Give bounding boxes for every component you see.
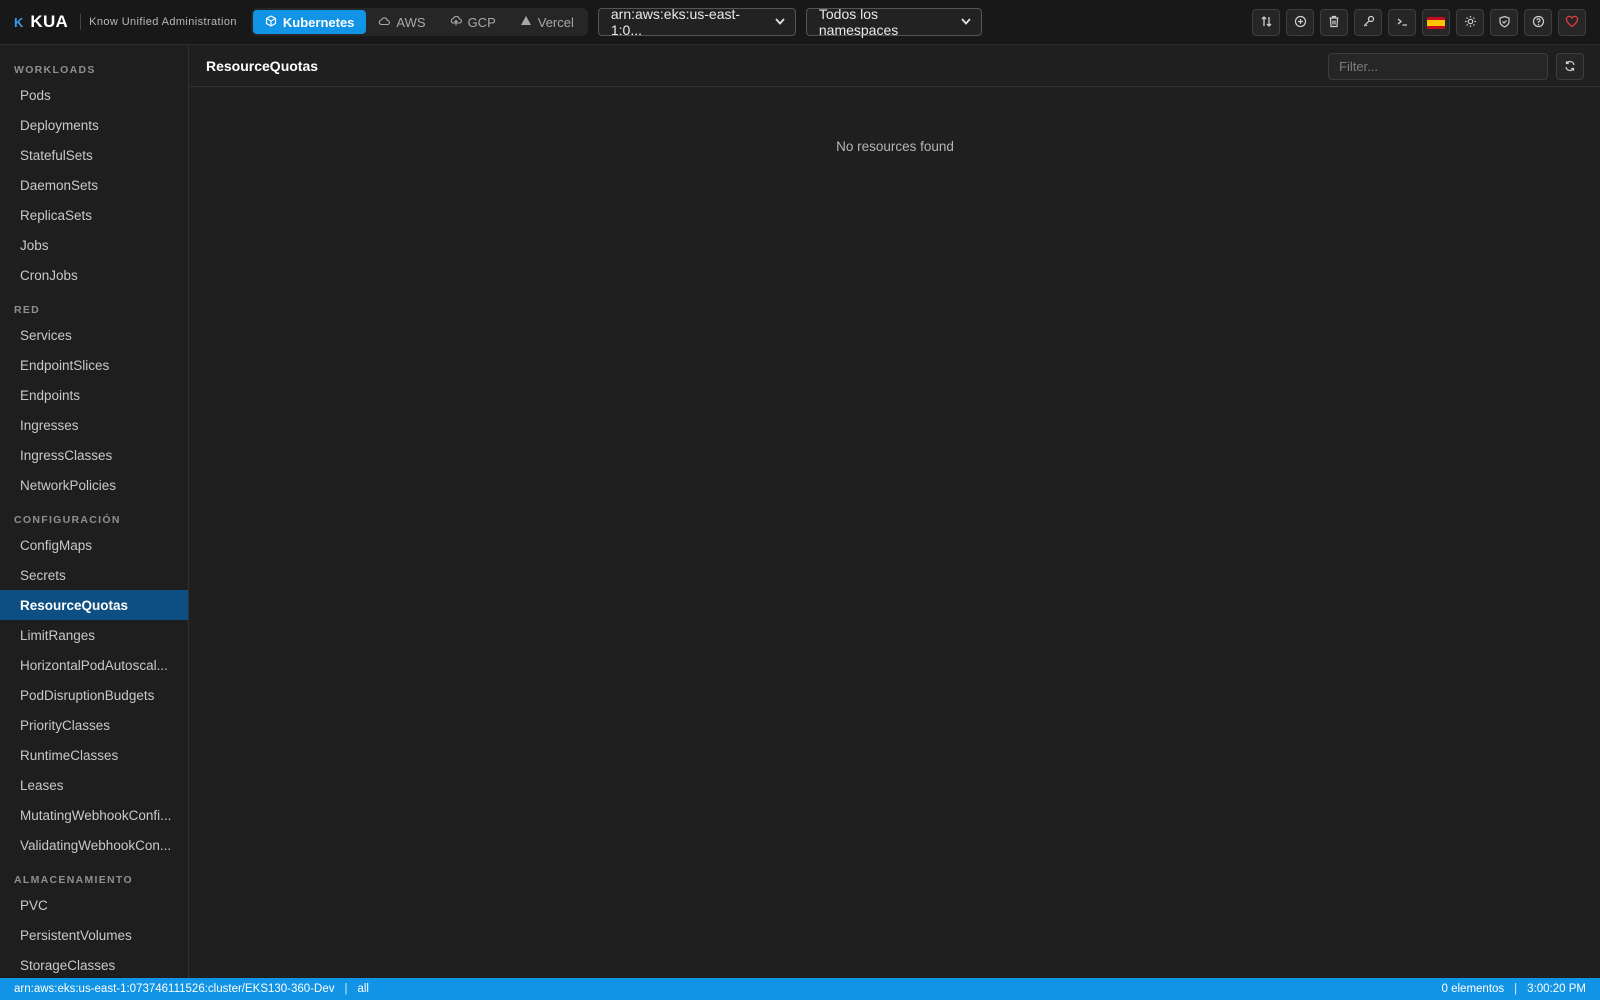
help-icon xyxy=(1532,15,1545,31)
sidebar-item-deployments[interactable]: Deployments xyxy=(0,110,188,140)
sidebar-item-validatingwebhookconfigurations[interactable]: ValidatingWebhookCon... xyxy=(0,830,188,860)
trash-icon xyxy=(1328,15,1340,31)
add-circle-icon xyxy=(1294,15,1307,31)
tab-aws-label: AWS xyxy=(396,14,426,30)
sidebar: WORKLOADS Pods Deployments StatefulSets … xyxy=(0,45,189,978)
sidebar-item-storageclasses[interactable]: StorageClasses xyxy=(0,950,188,978)
sidebar-item-jobs[interactable]: Jobs xyxy=(0,230,188,260)
sidebar-item-ingresses[interactable]: Ingresses xyxy=(0,410,188,440)
triangle-icon xyxy=(520,15,532,29)
sidebar-item-endpointslices[interactable]: EndpointSlices xyxy=(0,350,188,380)
compare-button[interactable] xyxy=(1252,9,1280,36)
tab-gcp[interactable]: GCP xyxy=(438,10,508,34)
main-header: ResourceQuotas xyxy=(190,45,1600,87)
tab-kubernetes-label: Kubernetes xyxy=(282,14,355,30)
sidebar-item-horizontalpodautoscalers[interactable]: HorizontalPodAutoscal... xyxy=(0,650,188,680)
sun-icon xyxy=(1464,15,1477,31)
sidebar-item-leases[interactable]: Leases xyxy=(0,770,188,800)
tab-gcp-label: GCP xyxy=(467,14,496,30)
spain-flag-icon xyxy=(1427,16,1445,29)
security-button[interactable] xyxy=(1490,9,1518,36)
shield-icon xyxy=(1498,15,1511,31)
cloud-upload-icon xyxy=(450,15,462,29)
provider-tabs: Kubernetes AWS GCP Vercel xyxy=(250,8,588,36)
app-subtitle: Know Unified Administration xyxy=(89,16,237,28)
cloud-icon xyxy=(378,16,391,29)
language-button[interactable] xyxy=(1422,9,1450,36)
sidebar-item-mutatingwebhookconfigurations[interactable]: MutatingWebhookConfi... xyxy=(0,800,188,830)
sidebar-item-replicasets[interactable]: ReplicaSets xyxy=(0,200,188,230)
sidebar-item-limitranges[interactable]: LimitRanges xyxy=(0,620,188,650)
theme-toggle-button[interactable] xyxy=(1456,9,1484,36)
sidebar-section-almacenamiento: ALMACENAMIENTO xyxy=(14,874,133,886)
namespace-select[interactable]: Todos los namespaces xyxy=(805,6,982,38)
status-right: 0 elementos | 3:00:20 PM xyxy=(1442,983,1586,995)
status-bar: arn:aws:eks:us-east-1:073746111526:clust… xyxy=(0,978,1600,1000)
sidebar-item-endpoints[interactable]: Endpoints xyxy=(0,380,188,410)
context-select-value: arn:aws:eks:us-east-1:0... xyxy=(610,6,741,38)
delete-button[interactable] xyxy=(1320,9,1348,36)
filter-input[interactable] xyxy=(1328,53,1548,80)
app-name: KUA xyxy=(30,12,69,31)
cube-icon xyxy=(265,14,277,30)
top-bar: K KUA Know Unified Administration Kubern… xyxy=(0,0,1600,45)
chevron-down-icon xyxy=(775,16,785,28)
sidebar-item-poddisruptionbudgets[interactable]: PodDisruptionBudgets xyxy=(0,680,188,710)
add-resource-button[interactable] xyxy=(1286,9,1314,36)
sidebar-item-persistentvolumes[interactable]: PersistentVolumes xyxy=(0,920,188,950)
tab-aws[interactable]: AWS xyxy=(366,10,437,34)
sidebar-section-workloads: WORKLOADS xyxy=(14,64,96,76)
credentials-button[interactable] xyxy=(1354,9,1382,36)
status-namespace: all xyxy=(357,983,369,995)
sidebar-item-daemonsets[interactable]: DaemonSets xyxy=(0,170,188,200)
sidebar-item-statefulsets[interactable]: StatefulSets xyxy=(0,140,188,170)
heart-icon xyxy=(1565,15,1579,31)
main-content: ResourceQuotas No resources found xyxy=(190,45,1600,978)
key-icon xyxy=(1362,15,1375,31)
refresh-icon xyxy=(1564,59,1576,75)
terminal-button[interactable] xyxy=(1388,9,1416,36)
sidebar-item-pods[interactable]: Pods xyxy=(0,80,188,110)
status-time: 3:00:20 PM xyxy=(1527,983,1586,995)
refresh-button[interactable] xyxy=(1556,53,1584,80)
empty-state-message: No resources found xyxy=(836,139,954,154)
help-button[interactable] xyxy=(1524,9,1552,36)
status-count: 0 elementos xyxy=(1441,983,1505,995)
namespace-select-value: Todos los namespaces xyxy=(818,6,899,38)
context-select[interactable]: arn:aws:eks:us-east-1:0... xyxy=(597,6,796,38)
sidebar-item-runtimeclasses[interactable]: RuntimeClasses xyxy=(0,740,188,770)
chevron-down-icon xyxy=(961,16,971,28)
status-separator: | xyxy=(1514,983,1518,995)
brand-divider xyxy=(80,14,82,30)
sidebar-item-resourcequotas[interactable]: ResourceQuotas xyxy=(0,590,188,620)
toolbar xyxy=(1252,9,1586,36)
terminal-icon xyxy=(1396,15,1409,31)
status-left: arn:aws:eks:us-east-1:073746111526:clust… xyxy=(14,983,369,995)
brand: K KUA Know Unified Administration xyxy=(14,12,237,32)
sidebar-item-pvc[interactable]: PVC xyxy=(0,890,188,920)
sidebar-item-configmaps[interactable]: ConfigMaps xyxy=(0,530,188,560)
sidebar-item-services[interactable]: Services xyxy=(0,320,188,350)
tab-kubernetes[interactable]: Kubernetes xyxy=(252,10,367,34)
sidebar-item-ingressclasses[interactable]: IngressClasses xyxy=(0,440,188,470)
sidebar-section-configuracion: CONFIGURACIÓN xyxy=(14,514,121,526)
sidebar-item-secrets[interactable]: Secrets xyxy=(0,560,188,590)
status-context: arn:aws:eks:us-east-1:073746111526:clust… xyxy=(14,983,335,995)
page-title: ResourceQuotas xyxy=(206,57,319,74)
tab-vercel-label: Vercel xyxy=(537,14,574,30)
compare-icon xyxy=(1260,15,1273,31)
kua-logo-icon: K xyxy=(14,14,24,30)
tab-vercel[interactable]: Vercel xyxy=(508,10,586,34)
sidebar-item-cronjobs[interactable]: CronJobs xyxy=(0,260,188,290)
favorite-button[interactable] xyxy=(1558,9,1586,36)
sidebar-section-red: RED xyxy=(14,304,41,316)
status-separator: | xyxy=(344,983,348,995)
sidebar-item-networkpolicies[interactable]: NetworkPolicies xyxy=(0,470,188,500)
sidebar-item-priorityclasses[interactable]: PriorityClasses xyxy=(0,710,188,740)
